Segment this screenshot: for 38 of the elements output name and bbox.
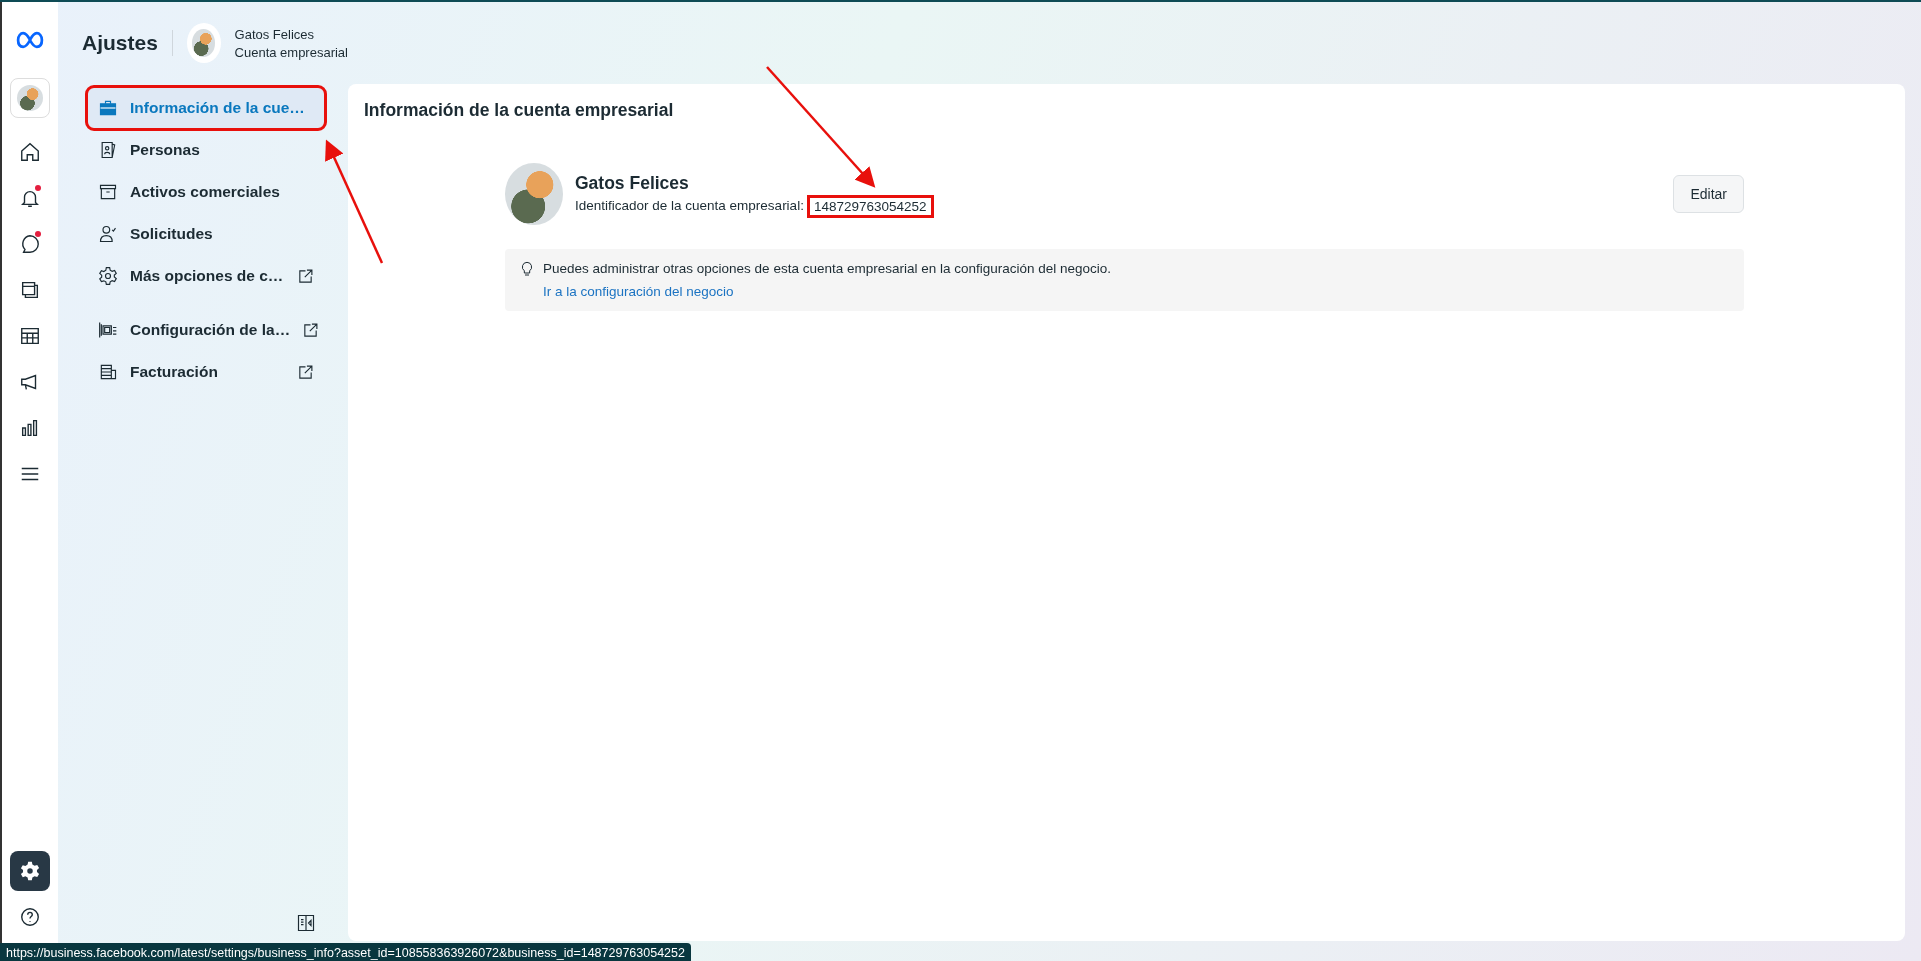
nav-item[interactable]: Configuración de la… bbox=[88, 310, 324, 350]
collapse-panel-icon[interactable] bbox=[296, 913, 316, 933]
external-link-icon bbox=[302, 321, 320, 339]
home-icon bbox=[19, 141, 41, 163]
chat-icon bbox=[19, 233, 41, 255]
edit-button[interactable]: Editar bbox=[1673, 175, 1744, 213]
rail-button[interactable] bbox=[10, 851, 50, 891]
nav-item[interactable]: Solicitudes bbox=[88, 214, 324, 254]
account-avatar[interactable] bbox=[10, 78, 50, 118]
business-name: Gatos Felices bbox=[575, 173, 690, 194]
nav-item[interactable]: Más opciones de c… bbox=[88, 256, 324, 296]
settings-icon bbox=[19, 860, 41, 882]
lightbulb-icon bbox=[519, 261, 535, 277]
briefcase-icon bbox=[98, 98, 118, 118]
archive-icon bbox=[98, 182, 118, 202]
account-name: Gatos Felices bbox=[234, 26, 316, 42]
gear-icon bbox=[98, 266, 118, 286]
section-title: Información de la cuenta empresarial bbox=[364, 100, 675, 121]
status-url: https://business.facebook.com/latest/settings/business_info?asset_id=108558363926072&business_id=148729763054252 bbox=[0, 943, 691, 961]
nav-item[interactable]: Información de la cue… bbox=[88, 88, 324, 128]
external-link-icon bbox=[297, 363, 314, 381]
notice-text: Puedes administrar otras opciones de esta cuenta empresarial en la configuración del negocio. bbox=[543, 261, 1112, 276]
nav-item[interactable]: Personas bbox=[88, 130, 324, 170]
business-settings-link[interactable]: Ir a la configuración del negocio bbox=[543, 284, 1112, 299]
nav-item[interactable]: Activos comerciales bbox=[88, 172, 324, 212]
stack-icon bbox=[98, 320, 118, 340]
id-label: Identificador de la cuenta empresarial: bbox=[575, 198, 804, 215]
nav-item[interactable]: Facturación bbox=[88, 352, 324, 392]
business-id: 148729763054252 bbox=[809, 198, 931, 215]
page-title: Ajustes bbox=[82, 31, 158, 55]
help-icon bbox=[19, 906, 41, 928]
person-icon bbox=[98, 224, 118, 244]
table-icon bbox=[19, 325, 41, 347]
account-type: Cuenta empresarial bbox=[234, 44, 348, 60]
pages-icon bbox=[19, 279, 41, 301]
external-link-icon bbox=[297, 267, 314, 285]
coins-icon bbox=[98, 362, 118, 382]
account-avatar bbox=[186, 23, 221, 63]
